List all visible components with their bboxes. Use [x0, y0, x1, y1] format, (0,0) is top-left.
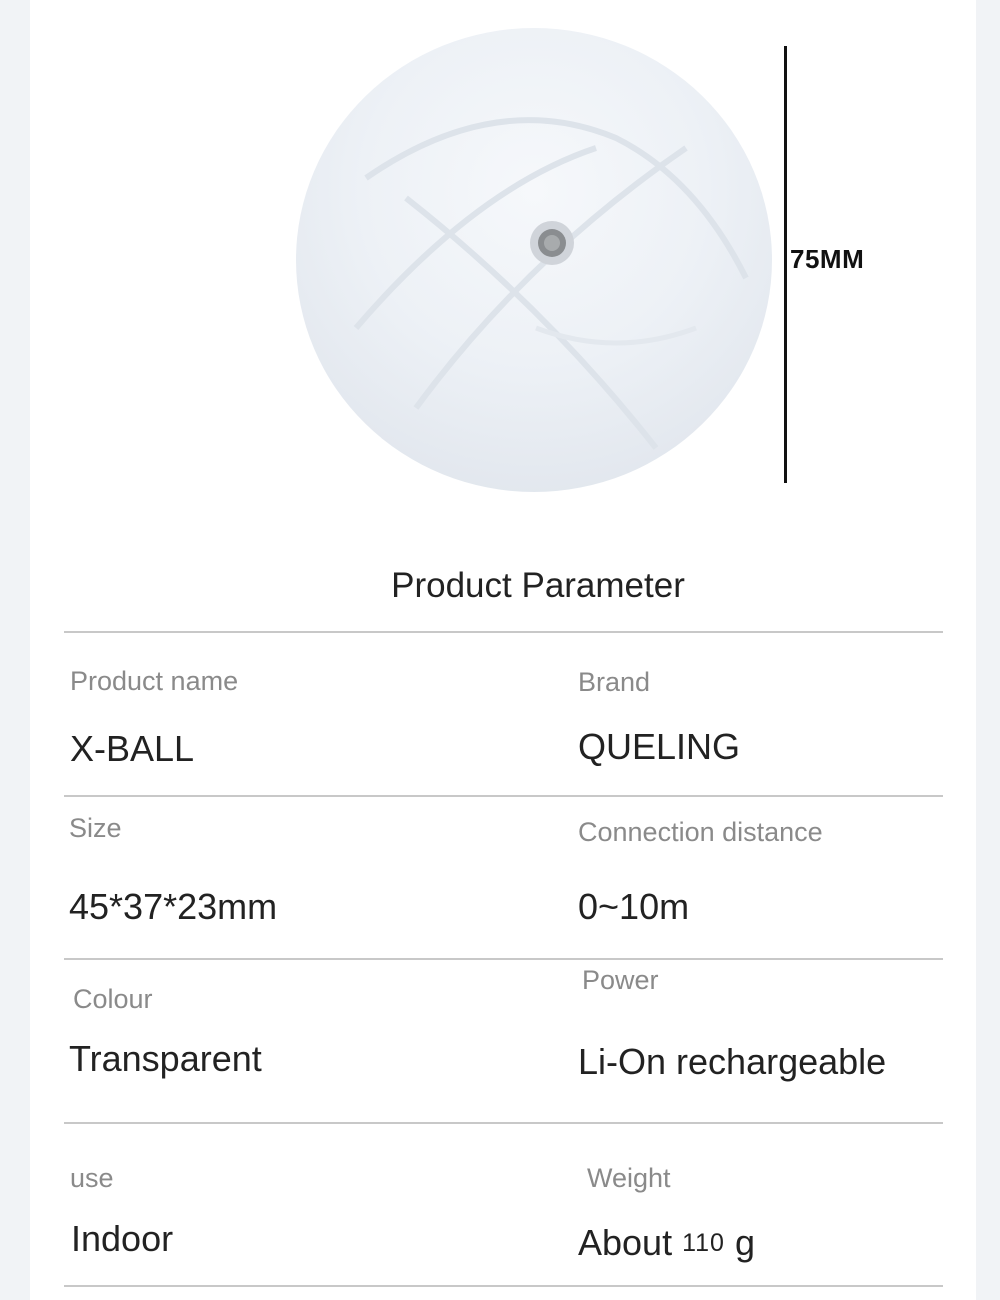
weight-unit: g	[734, 1222, 755, 1263]
brand-label: Brand	[578, 667, 651, 697]
divider	[64, 958, 943, 960]
power-value: Li-On rechargeable	[578, 1041, 887, 1082]
product-name-value: X-BALL	[70, 728, 195, 769]
dimension-line	[784, 46, 787, 483]
size-value: 45*37*23mm	[69, 886, 278, 927]
colour-value: Transparent	[69, 1038, 262, 1079]
section-title: Product Parameter	[391, 566, 685, 605]
divider	[64, 1122, 943, 1124]
ball-seam-lines	[353, 117, 749, 450]
weight-label: Weight	[587, 1163, 671, 1193]
size-label: Size	[69, 813, 122, 843]
weight-prefix: About	[578, 1222, 673, 1263]
colour-label: Colour	[73, 984, 153, 1014]
ball-icon	[296, 28, 772, 492]
product-detail-page: 75MM Product Parameter Product name X-BA…	[30, 0, 976, 1300]
power-label: Power	[582, 965, 659, 995]
use-value: Indoor	[71, 1218, 174, 1259]
divider	[64, 795, 943, 797]
weight-value: About 110 g	[578, 1222, 755, 1264]
divider	[64, 631, 943, 633]
connection-distance-label: Connection distance	[578, 817, 823, 847]
divider	[64, 1285, 943, 1287]
use-label: use	[70, 1163, 114, 1193]
product-name-label: Product name	[70, 666, 239, 696]
dimension-label: 75MM	[790, 244, 865, 274]
product-image: 75MM	[30, 0, 976, 530]
connection-distance-value: 0~10m	[578, 886, 690, 927]
brand-value: QUELING	[578, 726, 741, 767]
weight-number: 110	[682, 1229, 725, 1257]
